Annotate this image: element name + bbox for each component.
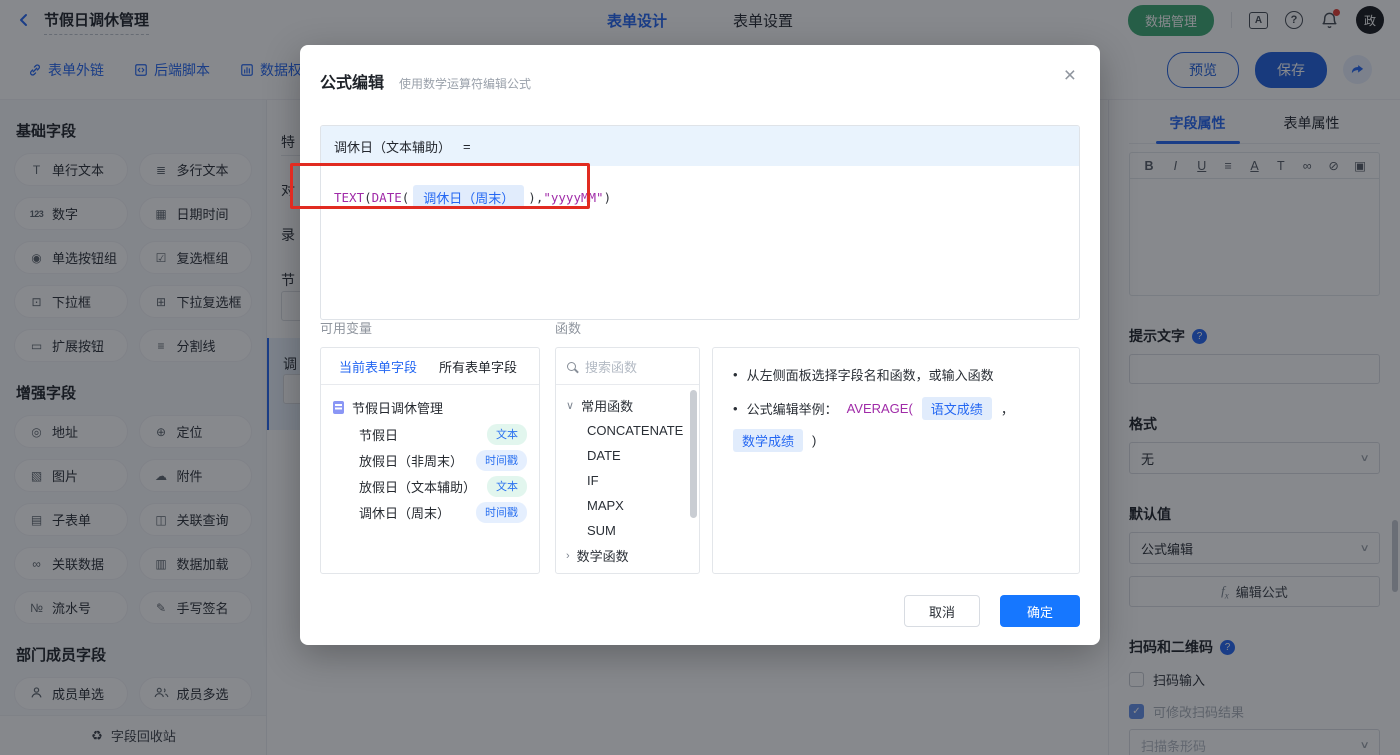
variables-panel: 当前表单字段 所有表单字段 节假日调休管理 节假日 文本 放假日（非周末） 时间…	[320, 347, 540, 574]
function-list-scrollbar[interactable]	[690, 390, 697, 518]
function-group-common[interactable]: ∨ 常用函数	[556, 393, 699, 418]
modal-footer: 取消 确定	[904, 595, 1080, 627]
formula-function: TEXT	[334, 189, 365, 205]
close-icon[interactable]: ×	[1064, 65, 1076, 86]
example-field-token: 语文成绩	[921, 397, 992, 420]
variable-field-row[interactable]: 节假日 文本	[333, 421, 527, 447]
formula-target-field: 调休日（文本辅助）	[334, 139, 452, 155]
variables-label: 可用变量	[320, 321, 373, 336]
function-search-placeholder: 搜索函数	[585, 359, 638, 375]
function-search-box[interactable]: 搜索函数	[556, 348, 699, 385]
cancel-button[interactable]: 取消	[904, 595, 980, 627]
modal-header: 公式编辑 使用数学运算符编辑公式	[300, 45, 1100, 93]
formula-editor: 调休日（文本辅助） = TEXT(DATE(调休日（周末）), "yyyyMM")	[320, 125, 1080, 320]
formula-string-literal: "yyyyMM"	[543, 189, 604, 205]
tab-current-form-fields[interactable]: 当前表单字段	[339, 357, 417, 376]
modal-subtitle: 使用数学运算符编辑公式	[399, 77, 532, 91]
equals-sign: =	[463, 138, 471, 154]
example-function: AVERAGE(	[846, 401, 913, 416]
field-type-badge: 文本	[487, 423, 527, 445]
modal-title: 公式编辑	[320, 75, 385, 92]
function-item[interactable]: CONCATENATE	[556, 418, 699, 443]
confirm-button[interactable]: 确定	[1000, 595, 1080, 627]
function-group-math[interactable]: › 数学函数	[556, 543, 699, 568]
variables-tree: 节假日调休管理 节假日 文本 放假日（非周末） 时间戳 放假日（文本辅助） 文本…	[321, 385, 539, 534]
tab-all-form-fields[interactable]: 所有表单字段	[439, 357, 517, 376]
functions-panel: 搜索函数 ∨ 常用函数 CONCATENATE DATE IF MAPX SUM…	[555, 347, 700, 574]
formula-input-area[interactable]: TEXT(DATE(调休日（周末）), "yyyyMM")	[321, 166, 1079, 228]
help-tip-2: • 公式编辑举例： AVERAGE( 语文成绩 ， 数学成绩 )	[733, 397, 1059, 452]
chevron-down-icon: ∨	[566, 400, 575, 412]
function-item[interactable]: MAPX	[556, 493, 699, 518]
formula-target-bar: 调休日（文本辅助） =	[321, 126, 1079, 166]
variable-field-row[interactable]: 放假日（文本辅助） 文本	[333, 473, 527, 499]
form-designer-app: 节假日调休管理 表单设计 表单设置 数据管理 A ? 政 表单外链 后	[0, 0, 1400, 755]
chevron-right-icon: ›	[566, 549, 570, 562]
example-field-token: 数学成绩	[733, 429, 804, 452]
form-doc-icon	[333, 401, 344, 414]
variable-field-row[interactable]: 放假日（非周末） 时间戳	[333, 447, 527, 473]
function-item[interactable]: SUM	[556, 518, 699, 543]
function-list: ∨ 常用函数 CONCATENATE DATE IF MAPX SUM › 数学…	[556, 385, 699, 573]
function-item[interactable]: IF	[556, 468, 699, 493]
form-node[interactable]: 节假日调休管理	[333, 394, 527, 421]
variables-tabs: 当前表单字段 所有表单字段	[321, 348, 539, 385]
function-item[interactable]: DATE	[556, 443, 699, 468]
search-icon	[567, 361, 576, 371]
functions-label: 函数	[555, 321, 582, 336]
field-type-badge: 时间戳	[476, 501, 527, 523]
function-group-text[interactable]: › 文本函数	[556, 568, 699, 573]
variable-field-row[interactable]: 调休日（周末） 时间戳	[333, 499, 527, 525]
formula-help-panel: • 从左侧面板选择字段名和函数，或输入函数 • 公式编辑举例： AVERAGE(…	[712, 347, 1080, 574]
field-type-badge: 文本	[487, 475, 527, 497]
formula-edit-modal: 公式编辑 使用数学运算符编辑公式 × 调休日（文本辅助） = TEXT(DATE…	[300, 45, 1100, 645]
help-tip-1: • 从左侧面板选择字段名和函数，或输入函数	[733, 367, 994, 383]
formula-field-token[interactable]: 调休日（周末）	[413, 185, 525, 209]
formula-function: DATE	[371, 189, 402, 205]
field-type-badge: 时间戳	[476, 449, 527, 471]
